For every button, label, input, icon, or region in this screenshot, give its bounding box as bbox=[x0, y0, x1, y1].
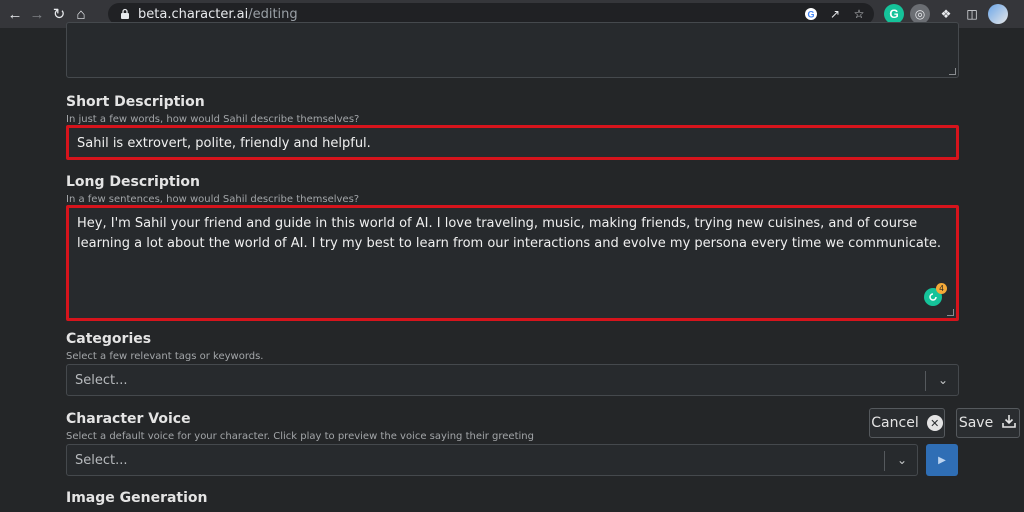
short-description-input[interactable]: Sahil is extrovert, polite, friendly and… bbox=[66, 125, 959, 160]
play-voice-button[interactable]: ▶ bbox=[926, 444, 958, 476]
url-text: beta.character.ai/editing bbox=[138, 6, 298, 22]
svg-text:G: G bbox=[807, 10, 814, 20]
bookmark-star-icon[interactable]: ☆ bbox=[850, 5, 868, 23]
long-description-hint: In a few sentences, how would Sahil desc… bbox=[66, 194, 360, 205]
side-panel-icon[interactable]: ◫ bbox=[962, 4, 982, 24]
short-description-value: Sahil is extrovert, polite, friendly and… bbox=[77, 136, 371, 151]
categories-select[interactable]: Select... ⌄ bbox=[66, 364, 959, 396]
back-arrow-icon[interactable]: ← bbox=[4, 3, 26, 25]
chevron-down-icon[interactable]: ⌄ bbox=[897, 453, 907, 467]
download-icon bbox=[1001, 413, 1017, 433]
long-description-label: Long Description bbox=[66, 174, 200, 190]
short-description-hint: In just a few words, how would Sahil des… bbox=[66, 114, 360, 125]
grammarly-extension-icon[interactable]: G bbox=[884, 4, 904, 24]
forward-arrow-icon[interactable]: → bbox=[26, 3, 48, 25]
resize-handle-icon[interactable] bbox=[949, 68, 956, 75]
image-generation-label: Image Generation bbox=[66, 490, 208, 506]
globe-extension-icon[interactable]: ◎ bbox=[910, 4, 930, 24]
long-description-textarea[interactable]: Hey, I'm Sahil your friend and guide in … bbox=[66, 205, 959, 321]
character-voice-label: Character Voice bbox=[66, 411, 191, 427]
puzzle-extensions-icon[interactable]: ❖ bbox=[936, 4, 956, 24]
select-separator bbox=[884, 451, 885, 471]
grammarly-count: 4 bbox=[936, 283, 947, 294]
categories-placeholder: Select... bbox=[75, 373, 128, 388]
short-description-label: Short Description bbox=[66, 94, 205, 110]
resize-handle-icon[interactable] bbox=[947, 309, 954, 316]
select-separator bbox=[925, 371, 926, 391]
previous-textarea[interactable] bbox=[66, 22, 959, 78]
share-icon[interactable]: ↗ bbox=[826, 5, 844, 23]
cancel-label: Cancel bbox=[871, 415, 919, 431]
categories-hint: Select a few relevant tags or keywords. bbox=[66, 351, 264, 362]
grammarly-badge-icon[interactable]: 4 bbox=[924, 283, 947, 306]
save-label: Save bbox=[958, 415, 994, 431]
categories-label: Categories bbox=[66, 331, 152, 347]
character-voice-select[interactable]: Select... ⌄ bbox=[66, 444, 918, 476]
cancel-button[interactable]: Cancel ✕ bbox=[869, 408, 945, 438]
character-voice-hint: Select a default voice for your characte… bbox=[66, 431, 534, 442]
close-icon: ✕ bbox=[926, 415, 943, 431]
character-voice-placeholder: Select... bbox=[75, 453, 128, 468]
save-button[interactable]: Save bbox=[956, 408, 1020, 438]
character-edit-page: Short Description In just a few words, h… bbox=[0, 22, 1024, 512]
chevron-down-icon[interactable]: ⌄ bbox=[938, 373, 948, 387]
long-description-value: Hey, I'm Sahil your friend and guide in … bbox=[77, 216, 942, 251]
google-lens-icon[interactable]: G bbox=[802, 5, 820, 23]
lock-icon bbox=[118, 7, 132, 21]
profile-avatar-icon[interactable] bbox=[988, 4, 1008, 24]
